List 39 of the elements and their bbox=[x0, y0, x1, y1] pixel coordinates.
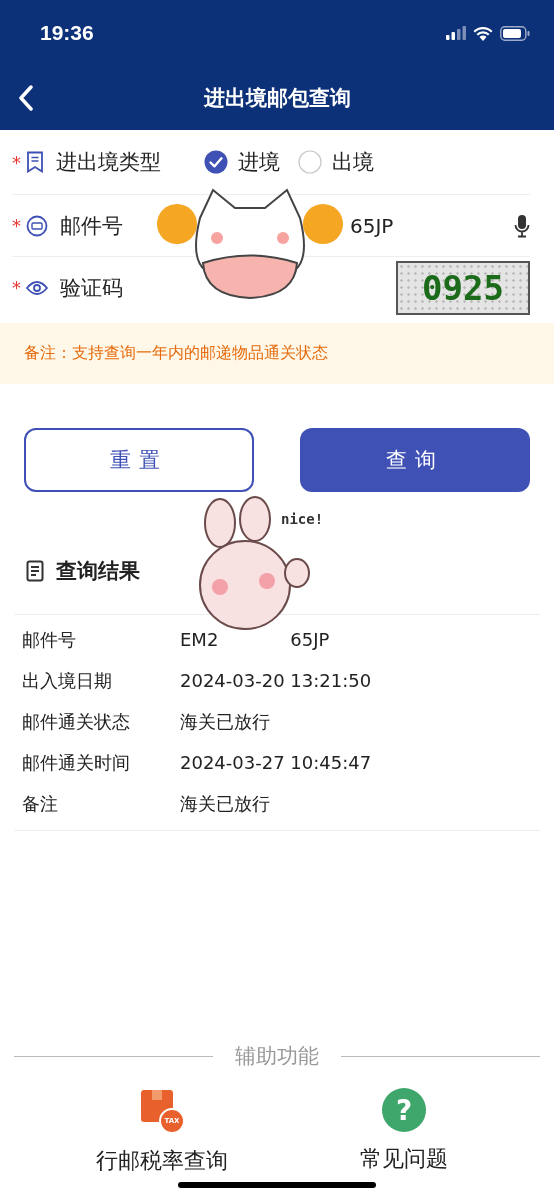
field-label: 进出境类型 bbox=[56, 149, 162, 176]
signal-icon bbox=[446, 26, 466, 40]
result-label: 邮件号 bbox=[22, 627, 77, 652]
result-value: 海关已放行 bbox=[180, 709, 270, 734]
radio-option[interactable]: 出境 bbox=[298, 148, 378, 176]
result-label: 邮件通关时间 bbox=[22, 750, 131, 775]
required-mark: * bbox=[12, 215, 22, 236]
eye-icon bbox=[26, 279, 48, 296]
radio-option[interactable]: 进境 bbox=[204, 148, 284, 176]
result-label: 邮件通关状态 bbox=[22, 709, 131, 734]
required-mark: * bbox=[12, 277, 22, 298]
query-button[interactable]: 查询 bbox=[300, 428, 530, 492]
document-icon bbox=[26, 560, 44, 582]
bookmark-icon bbox=[26, 151, 44, 173]
result-value: 65JP bbox=[290, 629, 330, 650]
result-value: 海关已放行 bbox=[180, 791, 270, 816]
field-label: 验证码 bbox=[60, 274, 124, 302]
section-title: 查询结果 bbox=[56, 558, 140, 585]
page-title: 进出境邮包查询 bbox=[203, 85, 351, 112]
wifi-icon bbox=[473, 25, 493, 41]
input-field[interactable]: 65JP bbox=[350, 195, 500, 256]
stamp-icon bbox=[26, 214, 48, 237]
feature-link[interactable]: 常见问题 bbox=[360, 1144, 448, 1174]
result-label: 备注 bbox=[22, 791, 59, 816]
field-label: 邮件号 bbox=[60, 212, 124, 240]
result-label: 出入境日期 bbox=[22, 668, 113, 693]
status-time: 19:36 bbox=[40, 21, 94, 45]
back-icon[interactable] bbox=[18, 85, 34, 111]
battery-icon bbox=[500, 25, 530, 41]
required-mark: * bbox=[12, 151, 22, 173]
feature-link[interactable]: 行邮税率查询 bbox=[96, 1146, 228, 1176]
section-title: 辅助功能 bbox=[235, 1043, 319, 1070]
notice-text: 备注：支持查询一年内的邮递物品通关状态 bbox=[0, 323, 554, 384]
result-value: EM2 bbox=[180, 629, 219, 650]
microphone-icon[interactable] bbox=[514, 213, 530, 238]
reset-button[interactable]: 重置 bbox=[24, 428, 254, 492]
result-value: 2024-03-27 10:45:47 bbox=[180, 752, 372, 773]
captcha-image[interactable]: 0925 bbox=[396, 260, 530, 315]
result-value: 2024-03-20 13:21:50 bbox=[180, 670, 372, 691]
